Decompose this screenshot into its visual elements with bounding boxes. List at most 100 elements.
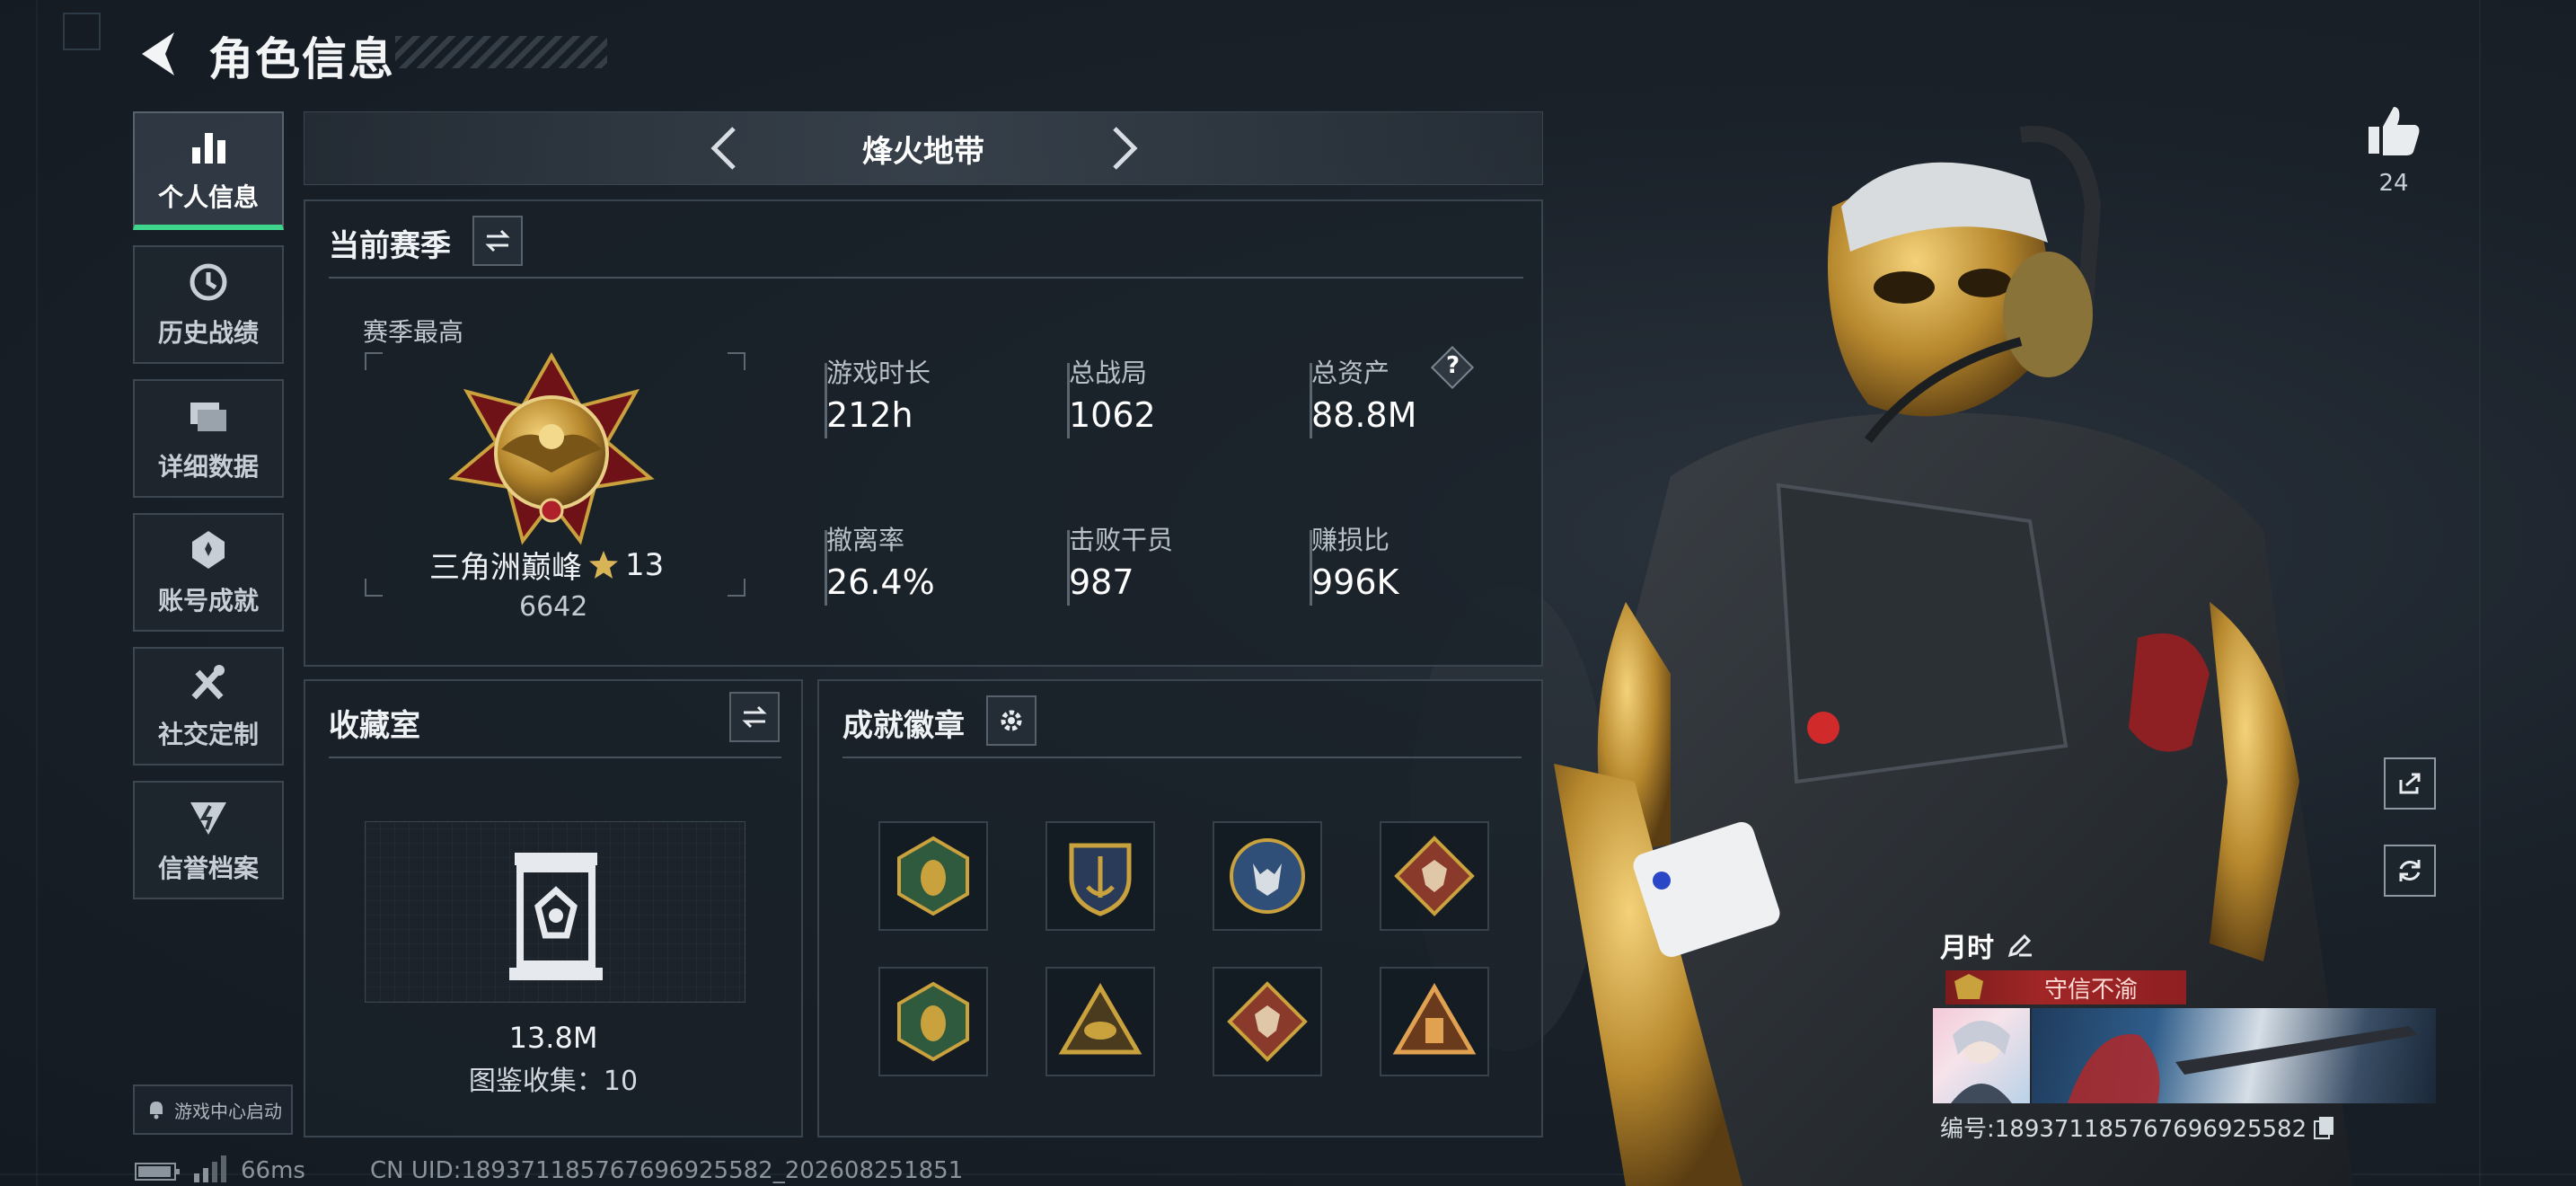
like-button[interactable]: 24 [2353,103,2434,197]
rank-score: 6642 [519,591,588,623]
frame-corner [728,579,745,597]
stat-label: 总战局 [1069,358,1148,388]
stat-label: 撤离率 [826,525,905,555]
stat-label: 击败干员 [1069,525,1174,555]
edit-pencil-icon[interactable] [2007,932,2033,959]
copy-icon[interactable] [2312,1115,2337,1140]
dragon-diamond-badge-icon [1394,836,1475,916]
medal-icon [192,531,225,569]
wasp-hexagon-badge-icon [897,981,969,1062]
badge-slot[interactable] [1045,821,1155,931]
divider [329,277,1523,279]
wasp-hexagon-badge-icon [897,836,969,916]
nav-label: 个人信息 [157,182,259,212]
collection-title: 收藏室 [329,708,420,744]
stat-value: 987 [1069,562,1134,602]
stat-value: 26.4% [826,562,935,602]
badge-slot[interactable] [878,967,988,1076]
collection-preview[interactable] [365,821,745,1003]
season-best-label: 赛季最高 [363,317,464,347]
nav-label: 社交定制 [157,720,259,749]
folder-icon [190,403,226,431]
collection-switch-button[interactable] [729,692,780,742]
badges-title: 成就徽章 [842,708,965,744]
stat-label: 游戏时长 [826,358,931,388]
nav-label: 历史战绩 [157,318,259,348]
nav-item-achievements[interactable]: 账号成就 [133,513,284,632]
tower-triangle-badge-icon [1392,983,1477,1055]
nav-label: 账号成就 [157,586,259,615]
reputation-emblem-icon [1954,974,1983,999]
catalog-count: 图鉴收集：10 [468,1066,639,1097]
player-name-row: 月时 [1940,925,2033,965]
help-glyph: ? [1446,352,1460,379]
share-icon [2399,773,2421,794]
game-center-launch-button[interactable]: 游戏中心启动 [133,1084,293,1135]
frame-corner [365,579,383,597]
shield-bolt-icon [190,802,226,835]
collection-value: 13.8M [508,1021,598,1055]
badge-slot[interactable] [1045,967,1155,1076]
player-name: 月时 [1940,933,1994,964]
mode-title: 烽火地带 [862,134,984,170]
profile-banner[interactable] [2032,1008,2436,1103]
badge-slot[interactable] [878,821,988,931]
eye-triangle-badge-icon [1058,983,1142,1055]
anchor-shield-badge-icon [1069,843,1132,916]
current-season-panel: 当前赛季 赛季最高 三角洲巅峰 13 6642 游戏时长 212h 总战局 10… [304,199,1543,667]
banner-illustration [2068,1026,2418,1103]
badge-slot[interactable] [1380,821,1489,931]
nav-item-detailed-data[interactable]: 详细数据 [133,379,284,498]
clock-history-icon [190,263,227,301]
player-id-row: 编号:18937118576769​6925582 [1940,1111,2337,1144]
divider [842,757,1522,758]
ping-value: 66ms [241,1157,305,1184]
rank-emblem-icon [448,352,655,545]
title-decoration [395,36,607,68]
gear-icon [1001,710,1022,731]
page-title: 角色信息 [208,33,395,85]
corner-frame-decoration [63,13,101,50]
season-title: 当前赛季 [329,228,451,264]
bar-chart-icon [192,133,225,164]
nav-item-personal-info[interactable]: 个人信息 [133,111,284,230]
reputation-text: 守信不渝 [2044,976,2139,1004]
rank-stars: 13 [625,546,665,583]
status-uid: CN UID:1893711857676969​25582_2026082518… [370,1157,964,1184]
swap-arrows-icon [742,705,767,729]
avatar-frame[interactable] [1933,1008,2030,1103]
avatar-icon [1951,1021,2012,1103]
achievement-badges-panel: 成就徽章 [817,679,1543,1137]
season-switch-button[interactable] [472,216,523,266]
player-id: 编号:18937118576769​6925582 [1940,1116,2307,1143]
tools-icon [191,665,225,700]
bg-grid-line [36,0,38,1186]
next-mode-arrow-icon[interactable] [1095,121,1149,175]
nav-item-match-history[interactable]: 历史战绩 [133,245,284,364]
thumbs-up-icon [2369,107,2420,155]
badge-slot[interactable] [1213,967,1322,1076]
back-arrow-icon[interactable] [135,27,180,81]
swap-arrows-icon [485,229,510,252]
frame-corner [365,352,383,370]
badge-slot[interactable] [1213,821,1322,931]
nav-item-reputation[interactable]: 信誉档案 [133,781,284,899]
reputation-banner: 守信不渝 [1945,970,2186,1005]
rank-name: 三角洲巅峰 [429,550,582,586]
stat-label: 赚损比 [1311,525,1390,555]
nav-item-social-custom[interactable]: 社交定制 [133,647,284,766]
frame-corner [728,352,745,370]
badge-slot[interactable] [1380,967,1489,1076]
stat-label: 总资产 [1311,358,1390,388]
divider [329,757,781,758]
star-icon [589,550,618,579]
vault-display-icon [509,853,603,980]
nav-label: 详细数据 [157,452,259,482]
badges-settings-button[interactable] [986,695,1037,746]
bg-grid-line [2479,0,2481,1186]
refresh-button[interactable] [2384,845,2436,897]
battery-icon [135,1163,180,1181]
game-center-label: 游戏中心启动 [174,1100,282,1122]
stat-value: 212h [826,395,913,435]
share-button[interactable] [2384,757,2436,810]
